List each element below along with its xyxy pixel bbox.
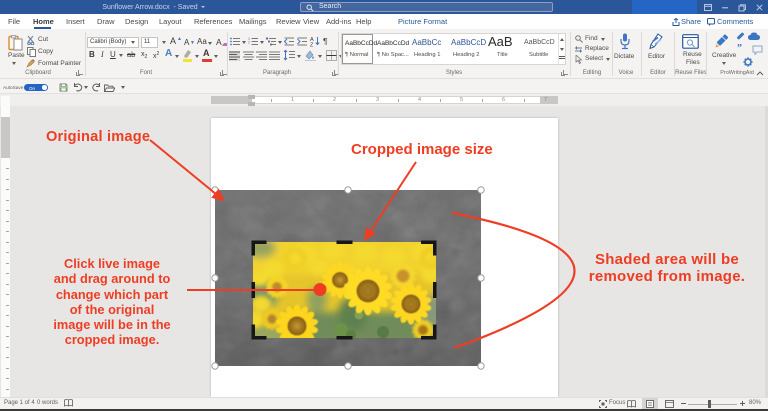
svg-text:2: 2 xyxy=(248,41,250,45)
svg-text:Z: Z xyxy=(310,43,314,48)
